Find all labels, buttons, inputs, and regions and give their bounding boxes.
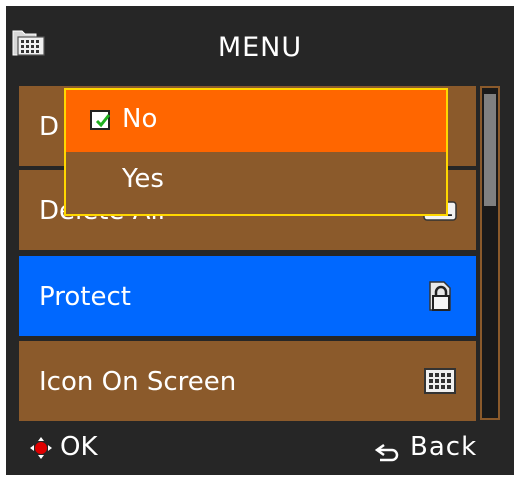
option-label: Yes bbox=[122, 164, 164, 194]
protect-options-popup: No Yes bbox=[64, 88, 448, 216]
scrollbar-thumb[interactable] bbox=[484, 94, 496, 206]
scrollbar[interactable] bbox=[480, 86, 500, 420]
menu-item-icon-on-screen[interactable]: Icon On Screen bbox=[19, 341, 476, 421]
menu-item-label: Icon On Screen bbox=[39, 367, 237, 397]
menu-title: MENU bbox=[217, 32, 303, 63]
back-arrow-icon bbox=[374, 440, 400, 462]
option-label: No bbox=[122, 104, 158, 134]
menu-item-label: Protect bbox=[39, 282, 131, 312]
dpad-icon bbox=[30, 436, 52, 459]
lock-icon bbox=[422, 278, 458, 314]
menu-item-protect[interactable]: Protect bbox=[19, 256, 476, 336]
screen-icon bbox=[422, 363, 458, 399]
ok-label[interactable]: OK bbox=[60, 432, 98, 462]
checkbox-icon bbox=[90, 110, 111, 130]
option-yes[interactable]: Yes bbox=[66, 152, 446, 214]
header: MENU bbox=[6, 6, 514, 82]
camera-screen: MENU D Delete All ALL Protect Icon On Sc… bbox=[6, 6, 514, 475]
menu-item-label: D bbox=[39, 112, 60, 142]
back-label[interactable]: Back bbox=[410, 432, 477, 462]
option-no[interactable]: No bbox=[66, 90, 446, 152]
footer: OK Back bbox=[6, 420, 514, 475]
